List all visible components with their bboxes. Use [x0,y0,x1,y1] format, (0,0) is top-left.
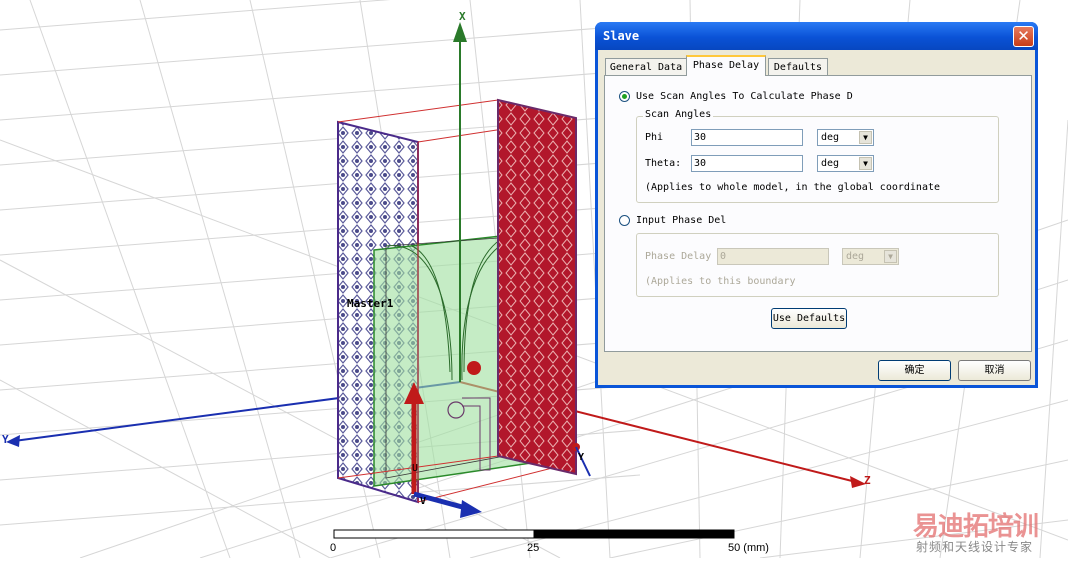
tab-phase-delay[interactable]: Phase Delay [686,55,766,76]
phase-delay-label: Phase Delay [645,251,712,262]
dialog-title: Slave [603,29,640,43]
dialog-client: General Data Phase Delay Defaults Use Sc… [598,50,1035,385]
phase-delay-unit-value: deg [846,251,865,262]
theta-input[interactable]: 30 [691,155,803,172]
phase-delay-panel: Use Scan Angles To Calculate Phase D Sca… [604,75,1032,352]
theta-unit-select[interactable]: deg ▼ [817,155,874,172]
ruler [333,529,735,539]
origin-marker [467,361,481,375]
v-axis-label: V [420,496,427,507]
cancel-button[interactable]: 取消 [958,360,1031,381]
phi-input[interactable]: 30 [691,129,803,146]
tab-defaults-label: Defaults [773,62,823,73]
theta-label: Theta: [645,158,682,169]
y-axis-label: Y [2,433,9,446]
dialog-titlebar[interactable]: Slave ✕ [595,22,1038,50]
use-scan-angles-label: Use Scan Angles To Calculate Phase D [636,91,853,102]
slave-dialog: Slave ✕ General Data Phase Delay Default… [595,22,1038,388]
ruler-tick-50: 50 (mm) [728,542,769,554]
close-icon: ✕ [1017,27,1030,45]
tab-defaults[interactable]: Defaults [768,58,828,75]
phase-delay-input[interactable]: 0 [717,248,829,265]
master-label: Master1 [347,297,394,310]
watermark-subtitle: 射频和天线设计专家 [916,540,1034,554]
ruler-tick-25: 25 [527,542,540,554]
x-axis-label: X [459,10,466,23]
input-phase-delay-radio[interactable] [619,215,630,226]
slave-v-axis-label: Y [578,452,585,463]
scan-note: (Applies to whole model, in the global c… [645,182,941,193]
phi-unit-select[interactable]: deg ▼ [817,129,874,146]
input-phase-delay-label: Input Phase Del [636,215,733,226]
phi-unit-value: deg [821,132,840,143]
tab-general-data[interactable]: General Data [605,58,687,75]
tab-general-data-label: General Data [609,62,683,73]
close-button[interactable]: ✕ [1013,26,1034,47]
tab-phase-delay-label: Phase Delay [692,60,760,71]
chevron-down-icon: ▼ [859,157,872,170]
z-axis-label: Z [864,474,871,487]
phase-delay-group [636,233,999,297]
slave-boundary-face [497,98,577,476]
phi-label: Phi [645,132,664,143]
use-scan-angles-radio[interactable] [619,91,630,102]
use-defaults-button[interactable]: Use Defaults [771,308,847,329]
theta-unit-value: deg [821,158,840,169]
ok-button[interactable]: 确定 [878,360,951,381]
phase-delay-note: (Applies to this boundary [645,276,796,287]
ruler-tick-0: 0 [330,542,337,554]
u-axis-label: U [412,463,419,474]
phase-delay-unit-select[interactable]: deg ▼ [842,248,899,265]
chevron-down-icon: ▼ [859,131,872,144]
scan-angles-group-title: Scan Angles [643,109,714,120]
chevron-down-icon: ▼ [884,250,897,263]
